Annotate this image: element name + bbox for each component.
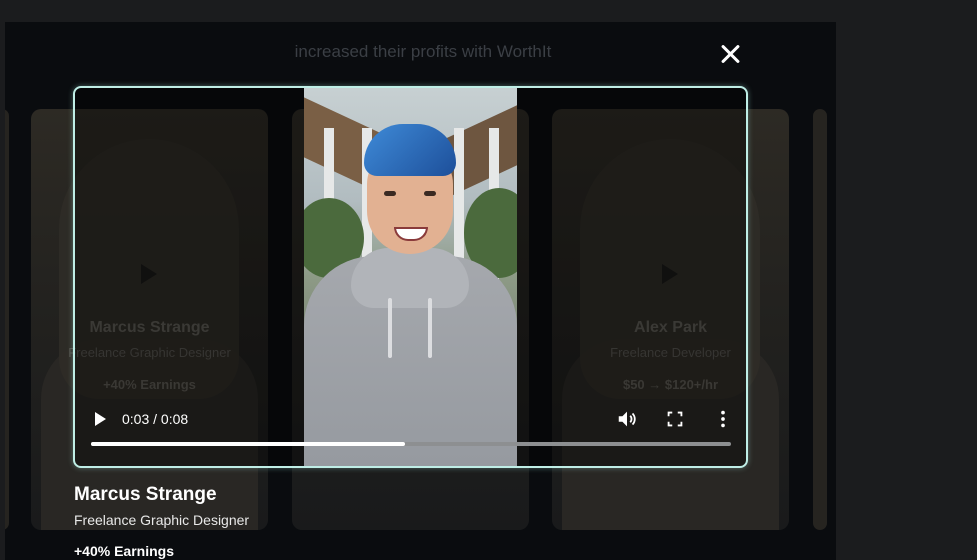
video-caption: Marcus Strange Freelance Graphic Designe… (74, 484, 249, 559)
fullscreen-icon[interactable] (664, 408, 686, 430)
progress-fill (91, 442, 405, 446)
section-headline: increased their profits with WorthIt (294, 42, 552, 61)
play-icon[interactable] (95, 412, 106, 426)
video-modal: 0:03 / 0:08 (73, 86, 748, 468)
partial-card-left (5, 109, 9, 530)
caption-name: Marcus Strange (74, 484, 217, 505)
caption-role: Freelance Graphic Designer (74, 512, 250, 528)
time-display: 0:03 / 0:08 (122, 411, 189, 427)
volume-icon[interactable] (616, 408, 638, 430)
partial-card-right (813, 109, 827, 530)
close-icon[interactable] (716, 40, 744, 68)
progress-bar[interactable] (91, 442, 731, 446)
person-hair (364, 124, 456, 176)
caption-stat: +40% Earnings (74, 543, 174, 559)
video-controls: 0:03 / 0:08 (75, 402, 746, 466)
more-options-icon[interactable] (712, 408, 734, 430)
